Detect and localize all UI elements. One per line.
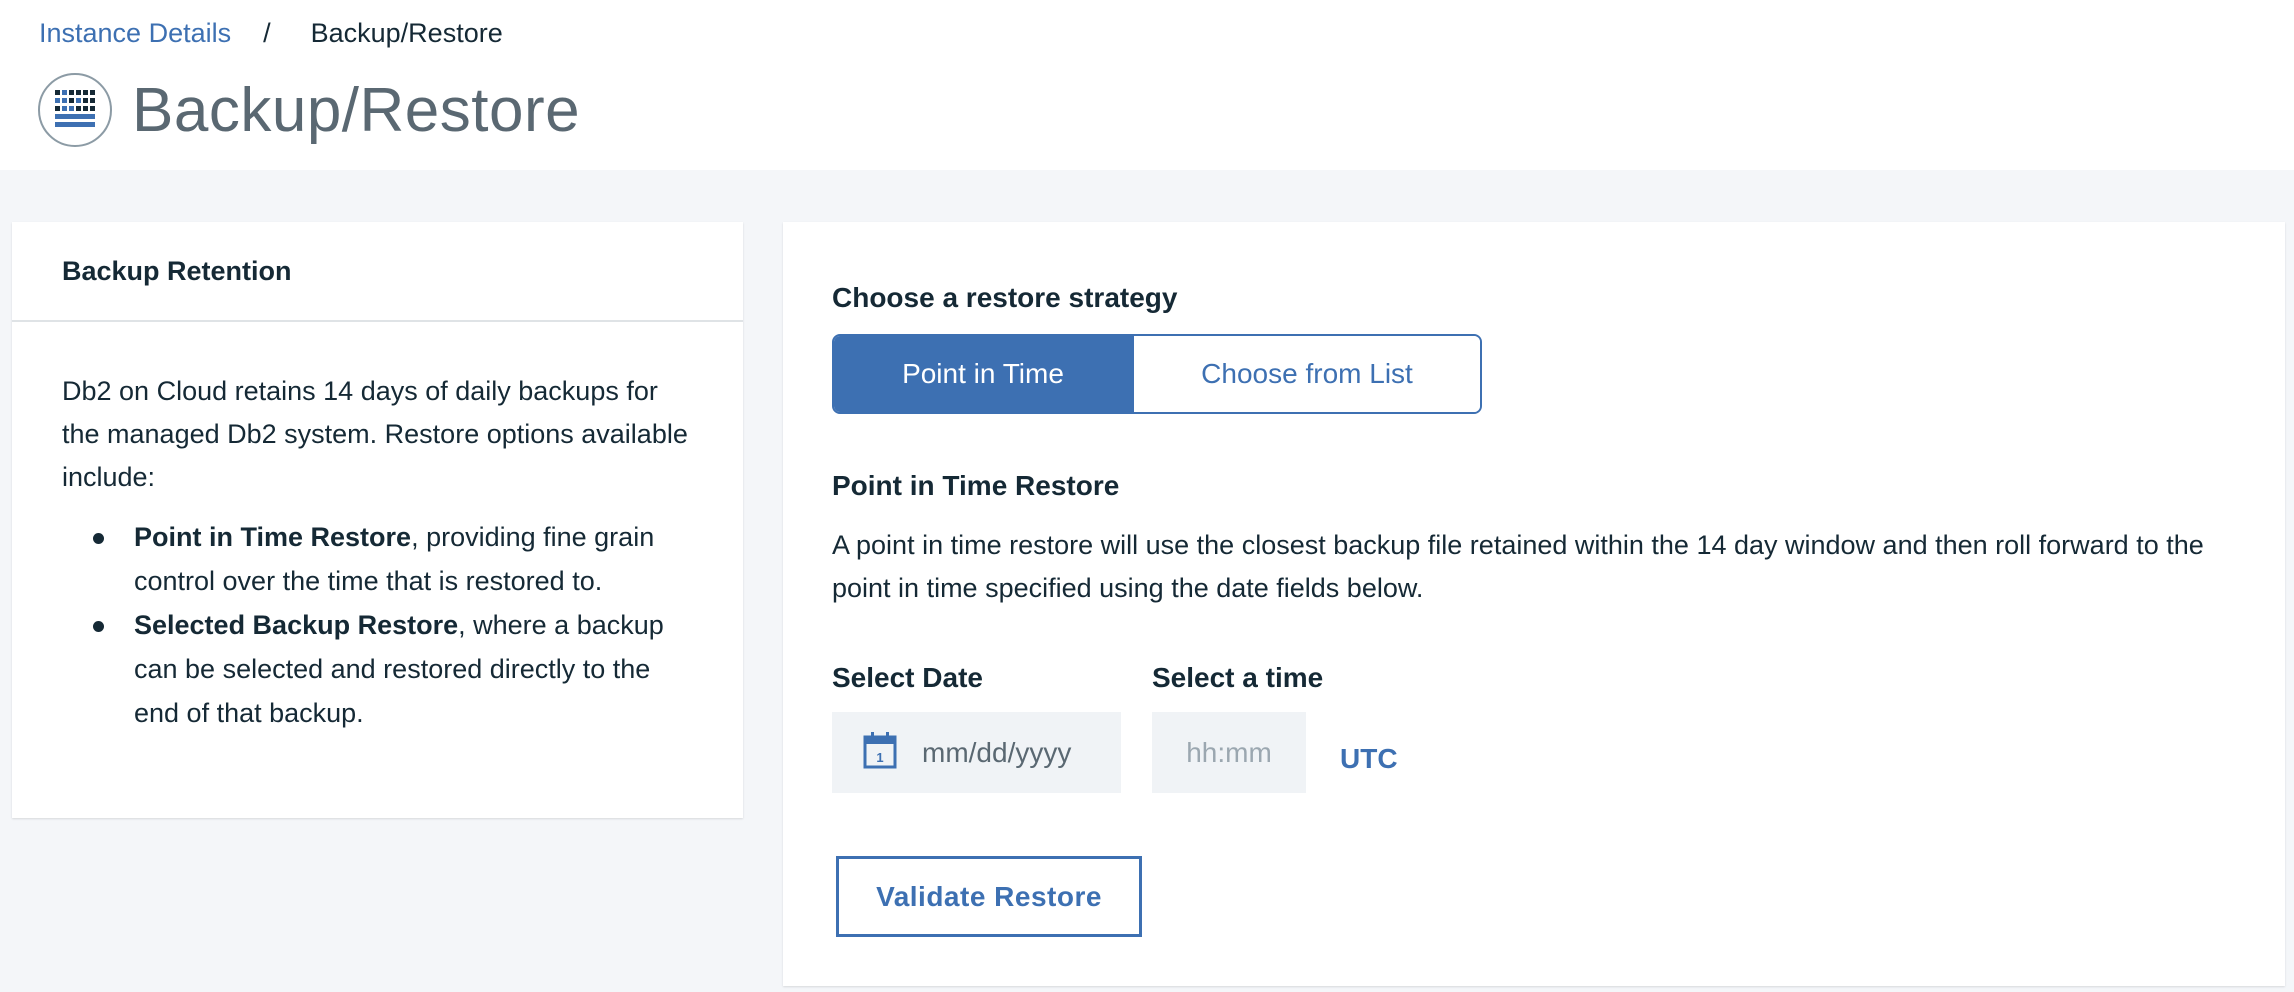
point-in-time-toggle-button[interactable]: Point in Time [834,336,1132,412]
backup-retention-card: Backup Retention Db2 on Cloud retains 14… [12,222,743,818]
restore-options-list: Point in Time Restore, providing fine gr… [62,515,693,735]
time-field[interactable] [1152,712,1306,793]
page-header: Instance Details / Backup/Restore Backup… [0,0,2294,170]
option-title: Selected Backup Restore [134,610,459,640]
db2-service-icon [38,73,112,147]
timezone-label: UTC [1340,743,1398,774]
backup-retention-title: Backup Retention [12,222,743,322]
option-title: Point in Time Restore [134,522,412,552]
restore-strategy-toggle: Point in Time Choose from List [832,334,1482,414]
breadcrumb-current: Backup/Restore [310,17,503,48]
point-in-time-description: A point in time restore will use the clo… [832,530,2204,603]
list-item: Point in Time Restore, providing fine gr… [62,515,693,603]
choose-from-list-toggle-button[interactable]: Choose from List [1132,336,1480,412]
select-time-label: Select a time [1152,662,1324,693]
restore-card: Choose a restore strategy Point in Time … [783,222,2285,986]
list-item: Selected Backup Restore, where a backup … [62,603,693,735]
point-in-time-restore-title: Point in Time Restore [832,470,1120,501]
backup-retention-body: Db2 on Cloud retains 14 days of daily ba… [12,322,743,735]
svg-text:1: 1 [876,750,883,765]
breadcrumb-instance-details-link[interactable]: Instance Details [39,18,231,49]
breadcrumb: Instance Details / Backup/Restore [39,16,503,50]
restore-strategy-label: Choose a restore strategy [832,282,1178,313]
select-date-label: Select Date [832,662,983,693]
validate-restore-button[interactable]: Validate Restore [836,856,1142,937]
calendar-icon[interactable]: 1 [862,730,898,775]
time-input[interactable] [1152,736,1306,769]
date-field[interactable]: 1 [832,712,1122,793]
retention-intro-text: Db2 on Cloud retains 14 days of daily ba… [62,376,688,492]
date-input[interactable] [922,736,1122,769]
breadcrumb-separator: / [263,17,271,48]
page-title: Backup/Restore [132,75,581,145]
title-row: Backup/Restore [38,72,580,148]
